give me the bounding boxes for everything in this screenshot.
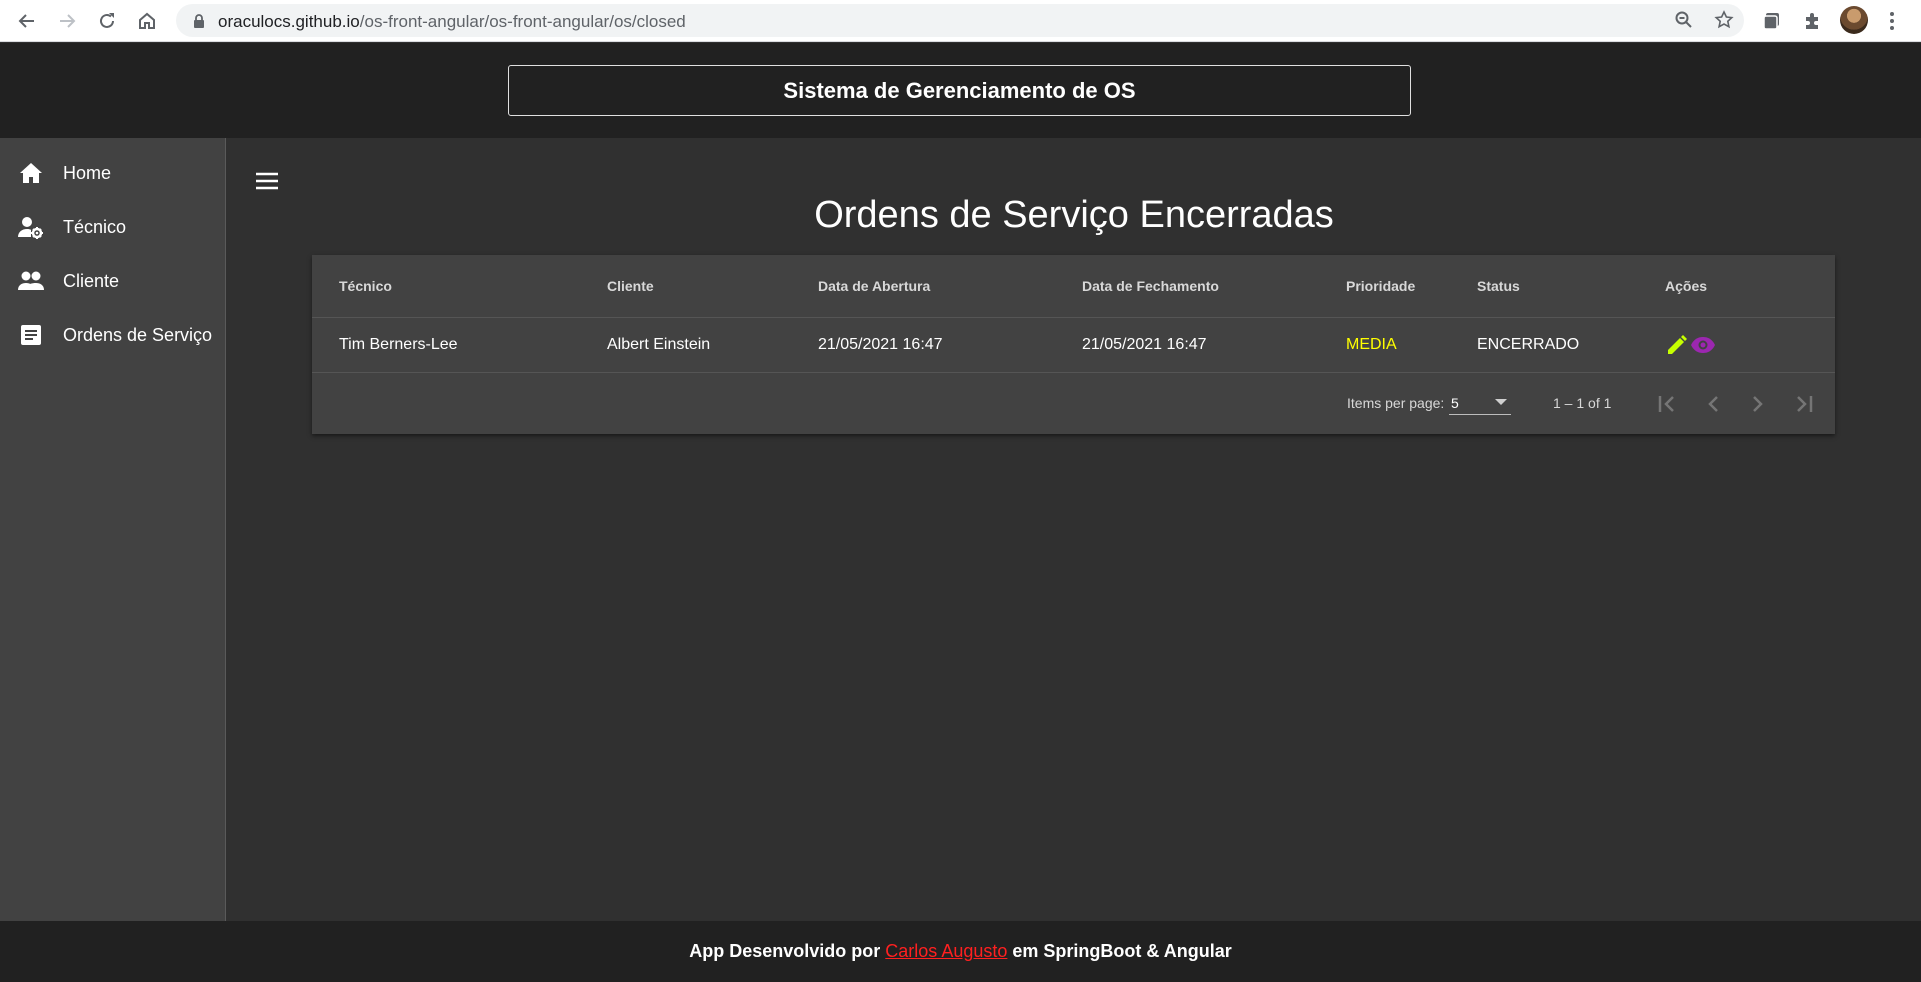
sidebar-item-cliente[interactable]: Cliente — [0, 254, 225, 308]
footer-suffix: em SpringBoot & Angular — [1012, 941, 1232, 961]
address-bar[interactable]: oraculocs.github.io/os-front-angular/os-… — [176, 4, 1744, 37]
footer-prefix: App Desenvolvido por — [689, 941, 881, 961]
profile-avatar[interactable] — [1840, 6, 1868, 34]
orders-table-card: Técnico Cliente Data de Abertura Data de… — [312, 255, 1835, 434]
page-size-select[interactable]: 5 — [1449, 389, 1511, 415]
people-icon — [18, 268, 44, 294]
cell-prioridade: MEDIA — [1346, 336, 1397, 353]
app-title: Sistema de Gerenciamento de OS — [508, 65, 1411, 116]
column-header-cliente[interactable]: Cliente — [607, 255, 654, 317]
page-range-label: 1 – 1 of 1 — [1553, 395, 1612, 411]
sidebar-item-label: Ordens de Serviço — [63, 324, 213, 345]
sidebar-item-tecnico[interactable]: Técnico — [0, 200, 225, 254]
column-header-acoes: Ações — [1665, 278, 1708, 294]
bookmark-star-icon[interactable] — [1710, 6, 1738, 34]
browser-toolbar: oraculocs.github.io/os-front-angular/os-… — [0, 0, 1921, 42]
column-header-prioridade[interactable]: Prioridade — [1346, 255, 1415, 317]
url-text: oraculocs.github.io/os-front-angular/os-… — [218, 12, 686, 31]
person-gear-icon — [18, 214, 44, 240]
cell-status: ENCERRADO — [1477, 336, 1580, 353]
app-header: Sistema de Gerenciamento de OS — [0, 43, 1921, 138]
page-title: Ordens de Serviço Encerradas — [814, 194, 1334, 236]
reload-icon[interactable] — [93, 7, 121, 35]
document-icon — [18, 322, 44, 348]
column-header-tecnico[interactable]: Técnico — [339, 255, 392, 317]
page-size-value: 5 — [1451, 395, 1459, 411]
last-page-icon[interactable] — [1787, 388, 1819, 420]
cell-abertura: 21/05/2021 16:47 — [818, 336, 943, 353]
sidebar: Home Técnico Cliente Ordens de Serviço — [0, 138, 226, 921]
home-browser-icon[interactable] — [133, 7, 161, 35]
column-header-status[interactable]: Status — [1477, 255, 1520, 317]
previous-page-icon[interactable] — [1697, 388, 1729, 420]
menu-toggle-icon[interactable] — [252, 166, 282, 196]
more-options-icon[interactable] — [1878, 7, 1906, 35]
items-per-page-label: Items per page: — [1347, 395, 1445, 411]
sidebar-item-ordens[interactable]: Ordens de Serviço — [0, 308, 225, 362]
lock-icon — [194, 14, 204, 28]
tab-search-icon[interactable] — [1758, 7, 1786, 35]
cell-cliente: Albert Einstein — [607, 336, 711, 353]
cell-acoes — [1664, 318, 1716, 372]
next-page-icon[interactable] — [1742, 388, 1774, 420]
footer: App Desenvolvido por Carlos Augusto em S… — [0, 921, 1921, 982]
chevron-down-icon — [1495, 399, 1507, 405]
author-link[interactable]: Carlos Augusto — [885, 941, 1007, 962]
forward-icon[interactable] — [53, 7, 81, 35]
cell-fechamento: 21/05/2021 16:47 — [1082, 336, 1207, 353]
cell-tecnico: Tim Berners-Lee — [339, 336, 458, 353]
zoom-icon[interactable] — [1670, 6, 1698, 34]
edit-pencil-icon[interactable] — [1664, 332, 1690, 358]
sidebar-item-home[interactable]: Home — [0, 146, 225, 200]
paginator: Items per page: 5 1 – 1 of 1 — [312, 373, 1835, 434]
sidebar-item-label: Home — [63, 162, 112, 183]
table-header-row: Técnico Cliente Data de Abertura Data de… — [312, 255, 1835, 318]
sidebar-item-label: Técnico — [63, 216, 127, 237]
column-header-fechamento[interactable]: Data de Fechamento — [1082, 255, 1219, 317]
table-row: Tim Berners-Lee Albert Einstein 21/05/20… — [312, 318, 1835, 373]
column-header-abertura[interactable]: Data de Abertura — [818, 255, 930, 317]
first-page-icon[interactable] — [1652, 388, 1684, 420]
back-icon[interactable] — [13, 7, 41, 35]
view-eye-icon[interactable] — [1690, 332, 1716, 358]
home-icon — [18, 160, 44, 186]
extensions-icon[interactable] — [1798, 7, 1826, 35]
sidebar-item-label: Cliente — [63, 270, 120, 291]
